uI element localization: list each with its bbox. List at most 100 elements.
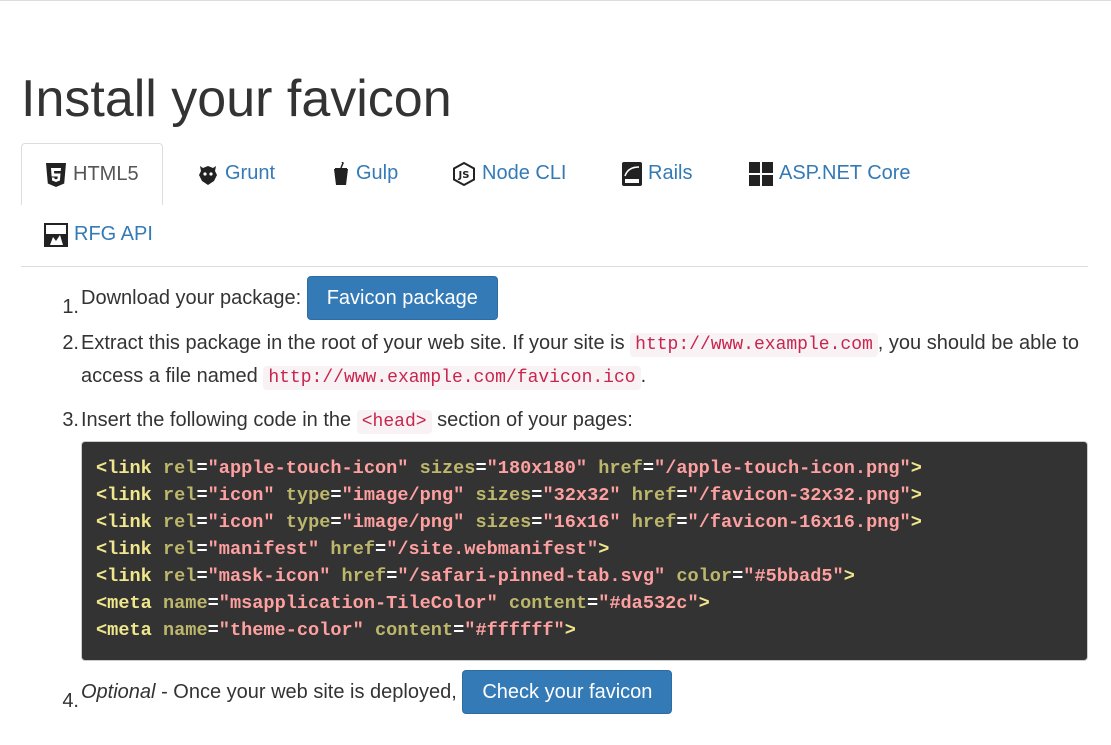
nodejs-icon: JS [453,161,475,186]
code-token: <meta [96,620,152,641]
grunt-icon [199,165,217,185]
code-token: "/site.webmanifest" [386,539,599,560]
code-token: = [375,539,387,560]
code-token: "180x180" [486,458,588,479]
code-token: content [508,593,588,614]
code-token: = [330,512,342,533]
code-token: href [631,512,677,533]
code-line: <link rel="icon" type="image/png" sizes=… [96,509,1073,536]
code-token: sizes [475,485,532,506]
code-token: name [162,593,208,614]
code-token: > [698,593,710,614]
code-token: "manifest" [207,539,320,560]
code-token: sizes [475,512,532,533]
code-token: = [386,566,398,587]
code-token: = [642,458,655,479]
code-token: = [531,512,543,533]
code-token: <meta [96,593,152,614]
code-token: rel [162,512,197,533]
code-token: rel [162,539,197,560]
html5-icon [46,162,66,187]
svg-text:JS: JS [458,170,470,181]
code-token: = [207,593,219,614]
example-url-code: http://www.example.com [630,333,878,357]
code-line: <link rel="icon" type="image/png" sizes=… [96,482,1073,509]
code-token: "/apple-touch-icon.png" [654,458,911,479]
code-token: <link [96,485,152,506]
code-token: = [196,566,208,587]
code-token: rel [162,566,197,587]
code-token: = [732,566,744,587]
code-token: "theme-color" [218,620,364,641]
code-token: href [598,458,643,479]
code-token: href [631,485,677,506]
favicon-url-code: http://www.example.com/favicon.ico [263,366,641,390]
code-token: "image/png" [341,512,465,533]
code-token: = [676,512,688,533]
code-token: > [910,512,922,533]
code-token: = [196,512,208,533]
code-token: "/favicon-32x32.png" [687,485,911,506]
code-token: = [196,539,208,560]
code-line: <link rel="apple-touch-icon" sizes="180x… [96,455,1073,482]
code-token: = [330,485,342,506]
tab-html5[interactable]: HTML5 [21,143,163,205]
code-token: > [910,485,922,506]
code-token: > [843,566,855,587]
code-line: <link rel="manifest" href="/site.webmani… [96,536,1073,563]
tab-aspnet-core[interactable]: ASP.NET Core [726,143,934,204]
code-token: "16x16" [542,512,621,533]
code-token: = [676,485,688,506]
code-token: "apple-touch-icon" [207,458,409,479]
code-token: = [531,485,543,506]
code-token: "#da532c" [598,593,699,614]
code-token: "image/png" [341,485,465,506]
code-token: = [587,593,599,614]
tab-node-cli[interactable]: JS Node CLI [429,143,590,204]
code-token: "icon" [207,485,275,506]
tab-grunt[interactable]: Grunt [174,143,298,204]
code-token: type [285,485,331,506]
code-token: "#ffffff" [464,620,565,641]
code-token: <link [96,512,152,533]
code-token: = [196,458,208,479]
code-token: "#5bbad5" [743,566,844,587]
code-token: "icon" [207,512,275,533]
code-token: rel [162,458,197,479]
code-token: content [375,620,454,641]
platform-tabs: HTML5 Grunt Gulp JS Node CLI Rails ASP.N… [21,143,1088,267]
rfg-api-icon [44,222,68,247]
code-token: color [676,566,733,587]
gulp-icon [334,161,348,185]
code-token: > [910,458,922,479]
tab-rails[interactable]: Rails [599,143,715,204]
page-title: Install your favicon [21,70,452,128]
code-token: > [598,539,610,560]
code-token: sizes [419,458,476,479]
tab-gulp[interactable]: Gulp [309,143,421,204]
code-token: = [453,620,465,641]
code-token: "32x32" [542,485,621,506]
head-tag-code: <head> [356,410,432,434]
code-token: = [475,458,487,479]
code-token: href [341,566,387,587]
check-favicon-button[interactable]: Check your favicon [462,670,673,714]
code-token: rel [162,485,197,506]
code-token: <link [96,539,152,560]
code-token: <link [96,458,152,479]
tab-rfg-api[interactable]: RFG API [21,204,176,265]
code-line: <meta name="msapplication-TileColor" con… [96,590,1073,617]
favicon-code-snippet[interactable]: <link rel="apple-touch-icon" sizes="180x… [81,441,1088,661]
code-token: = [207,620,219,641]
code-line: <link rel="mask-icon" href="/safari-pinn… [96,563,1073,590]
code-token: <link [96,566,152,587]
code-token: "mask-icon" [207,566,331,587]
code-token: "/safari-pinned-tab.svg" [397,566,666,587]
code-token: = [196,485,208,506]
windows-icon [749,161,773,186]
code-token: "/favicon-16x16.png" [687,512,911,533]
favicon-package-button[interactable]: Favicon package [306,276,498,320]
code-token: "msapplication-TileColor" [218,593,498,614]
rails-icon [622,161,642,186]
code-token: name [162,620,208,641]
